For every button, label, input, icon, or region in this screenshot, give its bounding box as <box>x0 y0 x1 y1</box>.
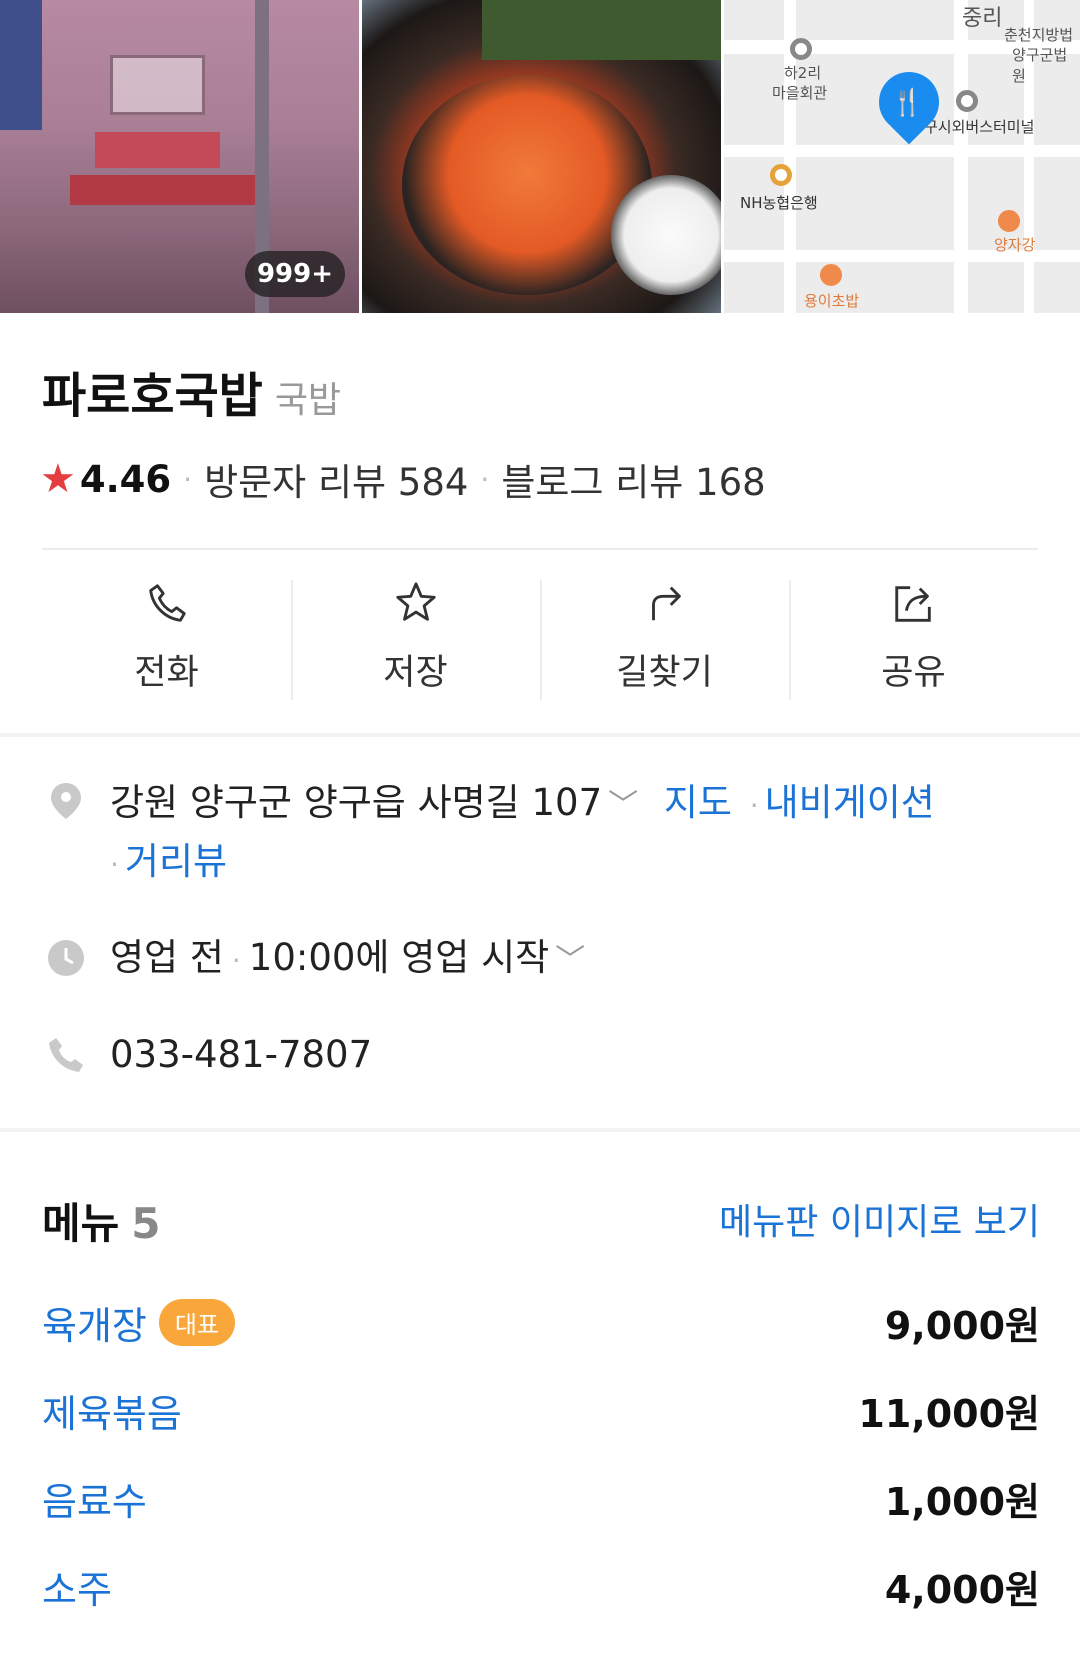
menu-item-price: 11,000원 <box>858 1392 1040 1436</box>
photo-gallery[interactable]: 999+ 중리 춘천지방법 양구군법원 하2리 마을회관 구시외버스터미널 NH… <box>0 0 1080 313</box>
place-header: 파로호국밥 국밥 <box>42 356 341 426</box>
call-button[interactable]: 전화 <box>42 580 291 705</box>
map-label: 중리 <box>962 6 1003 31</box>
call-label: 전화 <box>134 653 199 693</box>
section-divider <box>0 733 1080 737</box>
menu-item[interactable]: 제육볶음 11,000원 <box>42 1383 1040 1438</box>
map-label: 마을회관 <box>772 84 828 102</box>
map-label: 용이초밥 <box>804 292 860 310</box>
blog-reviews-link[interactable]: 블로그 리뷰 168 <box>501 452 765 506</box>
menu-item[interactable]: 음료수 1,000원 <box>42 1471 1040 1526</box>
soup-bowl <box>402 75 652 295</box>
map-road <box>954 0 968 313</box>
separator: · <box>110 848 119 881</box>
review-stats: ★ 4.46 · 방문자 리뷰 584 · 블로그 리뷰 168 <box>40 452 766 506</box>
place-name: 파로호국밥 <box>42 368 263 424</box>
save-label: 저장 <box>383 653 448 693</box>
storefront-photo[interactable]: 999+ <box>0 0 359 313</box>
share-icon <box>894 586 931 622</box>
map-link[interactable]: 지도 <box>664 781 732 824</box>
place-category: 국밥 <box>274 380 342 421</box>
street-view-link[interactable]: 거리뷰 <box>125 840 227 883</box>
separator: · <box>480 462 490 496</box>
fork-knife-icon: 🍴 <box>891 88 924 118</box>
food-photo[interactable] <box>362 0 721 313</box>
map-label: 구시외버스터미널 <box>924 118 1035 136</box>
awning <box>70 175 255 205</box>
rice-bowl <box>611 175 721 295</box>
star-icon: ★ <box>40 456 76 502</box>
hours-detail: 10:00에 영업 시작 <box>248 936 550 979</box>
side-dish <box>482 0 721 60</box>
rating-value: 4.46 <box>79 457 172 501</box>
map-poi-icon <box>956 90 978 112</box>
representative-badge: 대표 <box>158 1299 236 1346</box>
menu-title: 메뉴 <box>42 1199 120 1248</box>
menu-image-link[interactable]: 메뉴판 이미지로 보기 <box>719 1193 1040 1245</box>
menu-item-name: 소주 <box>42 1568 112 1612</box>
hours-status: 영업 전 <box>110 936 224 979</box>
map-label: 양자강 <box>994 236 1036 254</box>
share-button[interactable]: 공유 <box>789 580 1038 705</box>
chevron-down-icon[interactable]: ﹀ <box>608 788 638 823</box>
separator: · <box>231 944 241 977</box>
navigation-link[interactable]: 내비게이션 <box>765 781 935 824</box>
directions-icon <box>651 586 681 621</box>
directions-button[interactable]: 길찾기 <box>540 580 789 705</box>
menu-item-price: 9,000원 <box>884 1304 1040 1348</box>
star-icon <box>395 582 436 621</box>
window <box>110 55 205 115</box>
map-thumbnail[interactable]: 중리 춘천지방법 양구군법원 하2리 마을회관 구시외버스터미널 NH농협은행 … <box>724 0 1080 313</box>
share-label: 공유 <box>881 653 946 693</box>
phone-number[interactable]: 033-481-7807 <box>110 1033 372 1076</box>
menu-item[interactable]: 소주 4,000원 <box>42 1559 1040 1614</box>
menu-item-name: 제육볶음 <box>42 1392 182 1436</box>
separator: · <box>183 462 193 496</box>
map-label: NH농협은행 <box>740 194 818 212</box>
photo-count-badge: 999+ <box>244 251 345 297</box>
menu-header: 메뉴 5 <box>42 1190 161 1251</box>
directions-label: 길찾기 <box>616 653 713 693</box>
section-divider <box>0 1128 1080 1132</box>
menu-item-name: 육개장 <box>42 1304 147 1348</box>
map-poi-icon <box>790 38 812 60</box>
menu-count: 5 <box>131 1199 161 1248</box>
clock-icon <box>48 940 84 976</box>
motel-sign <box>0 0 42 130</box>
action-bar: 전화 저장 길찾기 공유 <box>42 580 1038 705</box>
menu-item-price: 1,000원 <box>884 1480 1040 1524</box>
restaurant-poi-icon <box>820 264 842 286</box>
save-button[interactable]: 저장 <box>291 580 540 705</box>
map-label: 춘천지방법 <box>1004 26 1074 44</box>
menu-item-name: 음료수 <box>42 1480 147 1524</box>
map-label: 양구군법원 <box>1012 46 1068 85</box>
menu-item[interactable]: 육개장 대표 9,000원 <box>42 1295 1040 1350</box>
restaurant-poi-icon <box>998 210 1020 232</box>
divider <box>42 548 1038 550</box>
separator: · <box>749 789 759 822</box>
location-pin-icon <box>51 783 81 819</box>
shop-sign <box>95 132 220 168</box>
chevron-down-icon[interactable]: ﹀ <box>555 943 585 978</box>
bank-poi-icon <box>770 164 792 186</box>
visitor-reviews-link[interactable]: 방문자 리뷰 584 <box>204 452 468 506</box>
phone-icon <box>148 584 186 622</box>
menu-item-price: 4,000원 <box>884 1568 1040 1612</box>
phone-icon <box>49 1038 83 1072</box>
map-label: 하2리 <box>784 64 822 82</box>
address-text: 강원 양구군 양구읍 사명길 107 <box>110 781 603 824</box>
